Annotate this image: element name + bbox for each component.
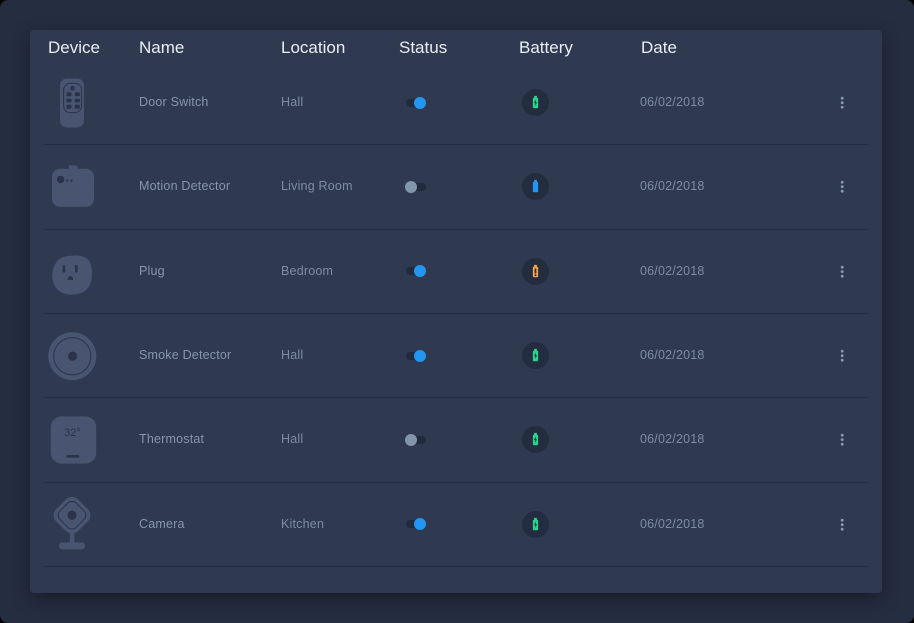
- svg-text:32°: 32°: [64, 427, 81, 439]
